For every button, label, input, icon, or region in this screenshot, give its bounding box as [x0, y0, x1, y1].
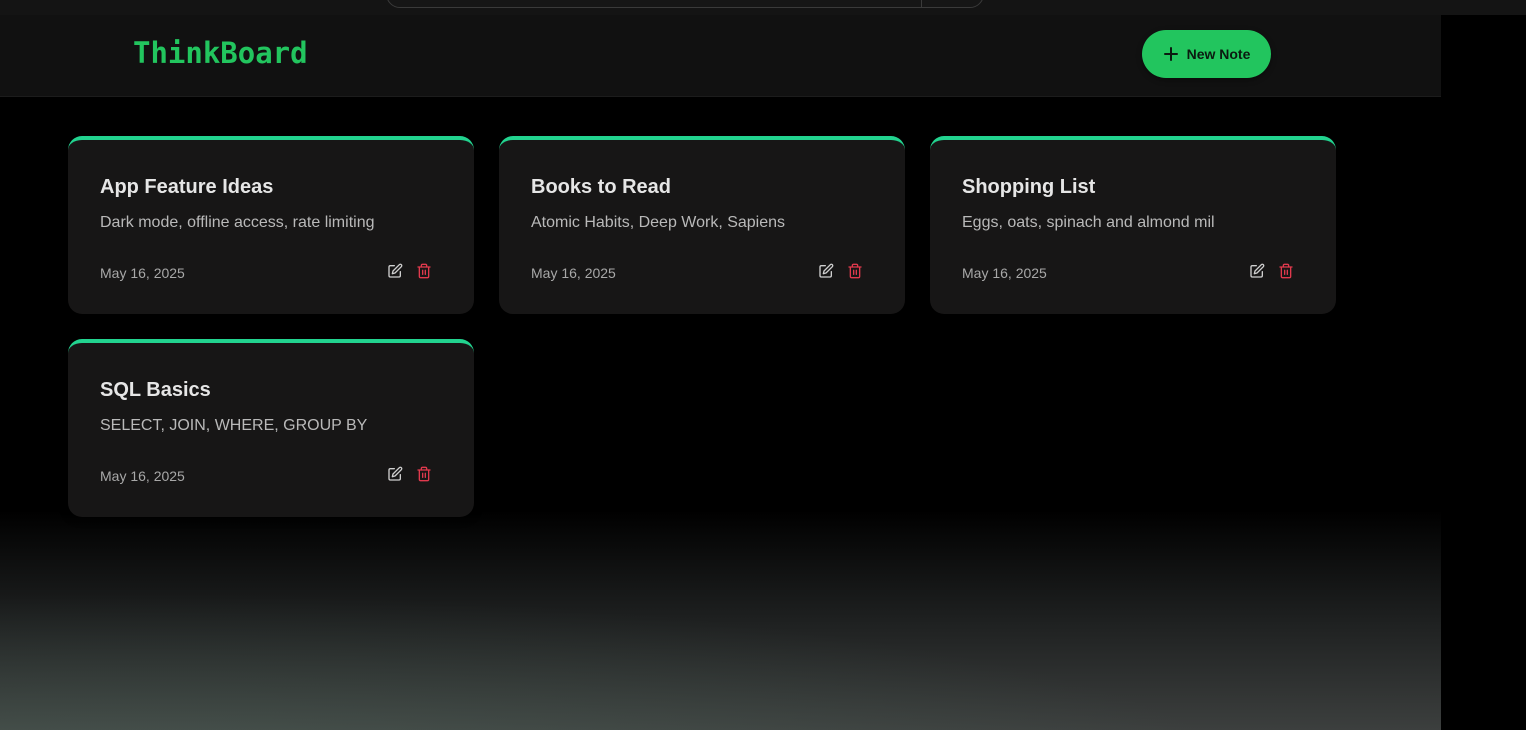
note-date: May 16, 2025 [100, 468, 185, 484]
pen-square-icon [1250, 263, 1265, 278]
note-card[interactable]: App Feature Ideas Dark mode, offline acc… [68, 136, 474, 314]
side-gutter [1441, 15, 1526, 730]
pen-square-icon [388, 466, 403, 481]
note-title: App Feature Ideas [100, 176, 274, 198]
note-date: May 16, 2025 [100, 265, 185, 281]
edit-button[interactable] [816, 261, 836, 281]
note-date: May 16, 2025 [962, 265, 1047, 281]
note-content: Dark mode, offline access, rate limiting [100, 214, 375, 231]
note-content: SELECT, JOIN, WHERE, GROUP BY [100, 417, 368, 434]
brand-logo[interactable]: ThinkBoard [133, 36, 308, 70]
navbar: ThinkBoard New Note [0, 15, 1441, 97]
note-card[interactable]: SQL Basics SELECT, JOIN, WHERE, GROUP BY… [68, 339, 474, 517]
pen-square-icon [819, 263, 834, 278]
trash-icon [417, 263, 431, 279]
delete-button[interactable] [414, 261, 434, 281]
edit-button[interactable] [385, 464, 405, 484]
address-bar-divider [921, 0, 922, 7]
browser-strip [0, 0, 1526, 15]
trash-icon [1279, 263, 1293, 279]
edit-button[interactable] [385, 261, 405, 281]
note-date: May 16, 2025 [531, 265, 616, 281]
delete-button[interactable] [414, 464, 434, 484]
trash-icon [848, 263, 862, 279]
new-note-button[interactable]: New Note [1142, 30, 1271, 78]
app-root: ThinkBoard New Note App Feature Ideas Da… [0, 0, 1526, 730]
note-content: Atomic Habits, Deep Work, Sapiens [531, 214, 786, 231]
address-bar[interactable] [386, 0, 984, 8]
note-title: SQL Basics [100, 379, 211, 401]
note-title: Books to Read [531, 176, 672, 198]
plus-icon [1163, 46, 1179, 62]
note-content: Eggs, oats, spinach and almond mil [962, 214, 1215, 231]
delete-button[interactable] [1276, 261, 1296, 281]
note-card[interactable]: Shopping List Eggs, oats, spinach and al… [930, 136, 1336, 314]
delete-button[interactable] [845, 261, 865, 281]
trash-icon [417, 466, 431, 482]
new-note-label: New Note [1186, 46, 1251, 62]
note-card[interactable]: Books to Read Atomic Habits, Deep Work, … [499, 136, 905, 314]
pen-square-icon [388, 263, 403, 278]
edit-button[interactable] [1247, 261, 1267, 281]
note-title: Shopping List [962, 176, 1096, 198]
